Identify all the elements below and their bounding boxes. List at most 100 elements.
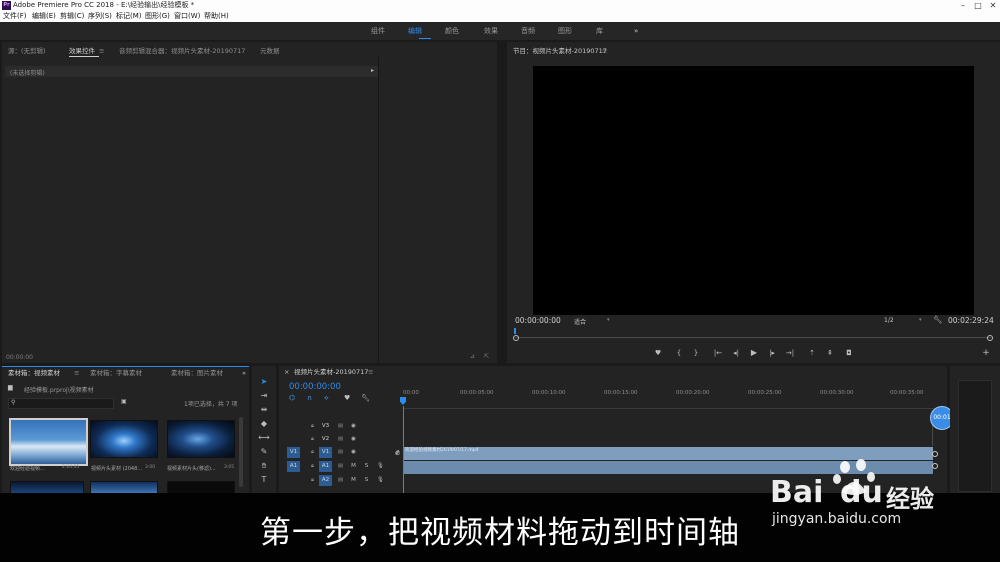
thumbnail-clip-3[interactable] bbox=[167, 420, 235, 458]
go-to-out-icon[interactable]: →| bbox=[784, 348, 796, 358]
menu-file[interactable]: 文件(F) bbox=[3, 11, 27, 22]
program-scrub-bar[interactable] bbox=[513, 328, 993, 342]
menu-window[interactable]: 窗口(W) bbox=[174, 11, 200, 22]
mark-in-icon[interactable]: { bbox=[673, 348, 685, 358]
step-forward-icon[interactable]: |▸ bbox=[766, 348, 778, 358]
tab-audio-clip-mixer[interactable]: 音频剪辑混合器：视频片头素材-20190717 bbox=[119, 45, 245, 57]
voiceover-mic-icon[interactable]: 🎙︎ bbox=[374, 475, 387, 486]
workspace-tab-libraries[interactable]: 库 bbox=[596, 22, 603, 40]
track-name-a2[interactable]: A2 bbox=[319, 475, 332, 486]
pen-tool-icon[interactable]: ✎ bbox=[257, 446, 271, 457]
lock-icon[interactable]: 🔒︎ bbox=[306, 461, 319, 472]
thumbnail-clip-2[interactable] bbox=[90, 420, 158, 458]
program-resolution-dropdown[interactable]: 1/2 bbox=[884, 317, 894, 324]
new-bin-icon[interactable]: ▣ bbox=[121, 398, 127, 405]
thumbnail-clip-1[interactable] bbox=[9, 418, 88, 466]
track-name-a1[interactable]: A1 bbox=[319, 461, 332, 472]
add-button-icon[interactable]: + bbox=[980, 348, 992, 358]
program-playhead[interactable] bbox=[514, 328, 516, 334]
lock-icon[interactable]: 🔒︎ bbox=[306, 434, 319, 445]
program-current-timecode[interactable]: 00:00:00:00 bbox=[515, 316, 561, 325]
extract-icon[interactable]: ⇞ bbox=[824, 348, 836, 358]
add-marker-timeline-icon[interactable]: ⟡ bbox=[324, 394, 329, 403]
marker-icon[interactable]: ♥ bbox=[344, 394, 350, 402]
program-monitor-title[interactable]: 节目：视频片头素材-20190717 bbox=[513, 45, 607, 57]
resolution-chevron-icon[interactable]: ▾ bbox=[919, 317, 922, 323]
wrench-icon[interactable]: 🔧︎ bbox=[933, 315, 943, 324]
program-menu-icon[interactable]: ≡ bbox=[602, 45, 607, 57]
menu-edit[interactable]: 编辑(E) bbox=[32, 11, 56, 22]
mark-out-icon[interactable]: } bbox=[690, 348, 702, 358]
program-video-screen[interactable] bbox=[533, 66, 974, 315]
go-to-in-icon[interactable]: |← bbox=[712, 348, 724, 358]
track-select-tool-icon[interactable]: ⇥ bbox=[257, 390, 271, 401]
export-frame-camera-icon[interactable]: ◘ bbox=[843, 348, 855, 358]
hand-tool-icon[interactable]: ✋︎ bbox=[257, 460, 271, 471]
track-name-v3[interactable]: V3 bbox=[319, 421, 332, 432]
lock-icon[interactable]: 🔒︎ bbox=[306, 421, 319, 432]
bin-search-input[interactable]: ⚲ bbox=[8, 398, 114, 409]
timeline-menu-icon[interactable]: ≡ bbox=[368, 366, 373, 378]
voiceover-mic-icon[interactable]: 🎙︎ bbox=[374, 461, 387, 472]
timeline-sequence-tab[interactable]: 视频片头素材-20190717 bbox=[294, 366, 368, 378]
snap-icon[interactable]: ⌬ bbox=[289, 394, 295, 402]
bin-tab-menu-icon[interactable]: ≡ bbox=[74, 367, 79, 379]
tab-source[interactable]: 源：(无剪辑) bbox=[8, 45, 46, 57]
sync-lock-icon[interactable]: ▤ bbox=[334, 434, 347, 445]
workspace-tab-color[interactable]: 颜色 bbox=[445, 22, 459, 40]
menu-graphics[interactable]: 图形(G) bbox=[145, 11, 170, 22]
workspace-tab-assembly[interactable]: 组件 bbox=[371, 22, 385, 40]
eye-icon[interactable]: ◉ bbox=[347, 434, 360, 445]
tab-menu-icon[interactable]: ≡ bbox=[99, 45, 104, 57]
export-icon[interactable]: ⇱ bbox=[484, 353, 489, 360]
workspace-tab-graphics[interactable]: 图形 bbox=[558, 22, 572, 40]
workspace-overflow-button[interactable]: » bbox=[634, 22, 638, 40]
menu-clip[interactable]: 剪辑(C) bbox=[60, 11, 84, 22]
source-patch-v1[interactable]: V1 bbox=[287, 447, 300, 458]
mute-icon[interactable]: M bbox=[347, 461, 360, 472]
sync-lock-icon[interactable]: ▤ bbox=[334, 447, 347, 458]
workspace-tab-audio[interactable]: 音频 bbox=[521, 22, 535, 40]
slip-tool-icon[interactable]: ⟷ bbox=[257, 432, 271, 443]
mute-icon[interactable]: M bbox=[347, 475, 360, 486]
play-icon[interactable]: ▶ bbox=[748, 348, 760, 358]
out-point-handle[interactable] bbox=[987, 335, 993, 341]
minimize-icon[interactable]: – bbox=[956, 0, 970, 11]
track-name-v1[interactable]: V1 bbox=[319, 447, 332, 458]
menu-help[interactable]: 帮助(H) bbox=[204, 11, 229, 22]
linked-selection-icon[interactable]: ∩ bbox=[307, 394, 312, 402]
eye-icon[interactable]: ◉ bbox=[347, 447, 360, 458]
menu-marker[interactable]: 标记(M) bbox=[116, 11, 142, 22]
add-marker-icon[interactable]: ♥ bbox=[652, 348, 664, 358]
sync-lock-icon[interactable]: ▤ bbox=[334, 421, 347, 432]
tab-bin-image[interactable]: 素材箱：图片素材 bbox=[171, 367, 223, 379]
timeline-close-icon[interactable]: × bbox=[284, 366, 289, 378]
program-fit-dropdown[interactable]: 适合 bbox=[574, 317, 586, 326]
workspace-tab-effects[interactable]: 效果 bbox=[484, 22, 498, 40]
step-back-icon[interactable]: ◂| bbox=[730, 348, 742, 358]
maximize-icon[interactable]: □ bbox=[971, 0, 985, 11]
tab-bin-video[interactable]: 素材箱：视频素材 bbox=[8, 367, 60, 379]
bin-overflow-icon[interactable]: » bbox=[242, 367, 246, 379]
fit-chevron-icon[interactable]: ▾ bbox=[607, 317, 610, 323]
timeline-timecode[interactable]: 00:00:00:00 bbox=[289, 382, 341, 392]
lift-icon[interactable]: ⇡ bbox=[806, 348, 818, 358]
lock-icon[interactable]: 🔒︎ bbox=[306, 475, 319, 486]
sync-lock-icon[interactable]: ▤ bbox=[334, 461, 347, 472]
tab-metadata[interactable]: 元数据 bbox=[260, 45, 280, 57]
lock-icon[interactable]: 🔒︎ bbox=[306, 447, 319, 458]
sync-lock-icon[interactable]: ▤ bbox=[334, 475, 347, 486]
solo-icon[interactable]: S bbox=[360, 475, 373, 486]
bin-scrollbar[interactable] bbox=[239, 417, 243, 487]
filter-icon[interactable]: ⊿ bbox=[470, 353, 475, 360]
eye-icon[interactable]: ◉ bbox=[347, 421, 360, 432]
in-point-handle[interactable] bbox=[513, 335, 519, 341]
type-tool-icon[interactable]: T bbox=[257, 474, 271, 485]
expand-arrow-icon[interactable]: ▸ bbox=[371, 67, 374, 74]
close-icon[interactable]: ✕ bbox=[986, 0, 1000, 11]
selection-tool-icon[interactable]: ➤ bbox=[257, 376, 271, 387]
menu-sequence[interactable]: 序列(S) bbox=[88, 11, 112, 22]
tab-bin-subtitle[interactable]: 素材箱：字幕素材 bbox=[90, 367, 142, 379]
clip-end-handle[interactable] bbox=[932, 451, 938, 457]
ripple-edit-tool-icon[interactable]: ⇹ bbox=[257, 404, 271, 415]
